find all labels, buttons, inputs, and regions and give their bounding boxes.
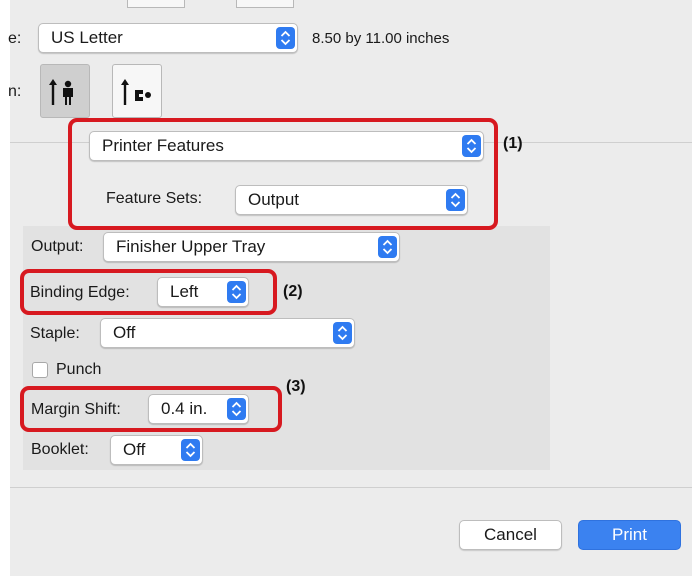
staple-popup[interactable]: Off <box>100 318 355 348</box>
chevron-updown-icon <box>378 236 397 258</box>
options-panel <box>23 226 550 470</box>
chevron-updown-icon <box>276 27 295 49</box>
paper-size-value: US Letter <box>51 28 123 47</box>
paper-size-popup[interactable]: US Letter <box>38 23 298 53</box>
booklet-popup[interactable]: Off <box>110 435 203 465</box>
portrait-orientation-icon <box>49 77 81 112</box>
portrait-orientation-button[interactable] <box>40 64 90 118</box>
highlight-box-3 <box>20 386 282 432</box>
output-popup[interactable]: Finisher Upper Tray <box>103 232 400 262</box>
highlight-box-1 <box>68 118 498 230</box>
punch-checkbox[interactable] <box>32 362 48 378</box>
chevron-updown-icon <box>181 439 200 461</box>
section-divider-bottom <box>10 487 692 488</box>
booklet-label: Booklet: <box>31 441 89 458</box>
output-value: Finisher Upper Tray <box>116 237 266 256</box>
booklet-value: Off <box>123 440 146 459</box>
paper-dimensions: 8.50 by 11.00 inches <box>312 30 450 47</box>
print-button[interactable]: Print <box>578 520 681 550</box>
callout-3: (3) <box>286 378 306 395</box>
landscape-orientation-button[interactable] <box>112 64 162 118</box>
callout-1: (1) <box>503 135 523 152</box>
landscape-orientation-icon <box>121 77 153 112</box>
chevron-updown-icon <box>333 322 352 344</box>
toolbar-button-partial-1[interactable] <box>127 0 185 8</box>
cancel-button[interactable]: Cancel <box>459 520 562 550</box>
staple-value: Off <box>113 323 136 342</box>
toolbar-button-partial-2[interactable] <box>236 0 294 8</box>
output-label: Output: <box>31 238 84 255</box>
punch-label: Punch <box>56 361 102 378</box>
callout-2: (2) <box>283 283 303 300</box>
staple-label: Staple: <box>30 325 80 342</box>
paper-size-label: e: <box>8 30 22 47</box>
orientation-label: n: <box>8 83 22 100</box>
highlight-box-2 <box>20 269 277 315</box>
